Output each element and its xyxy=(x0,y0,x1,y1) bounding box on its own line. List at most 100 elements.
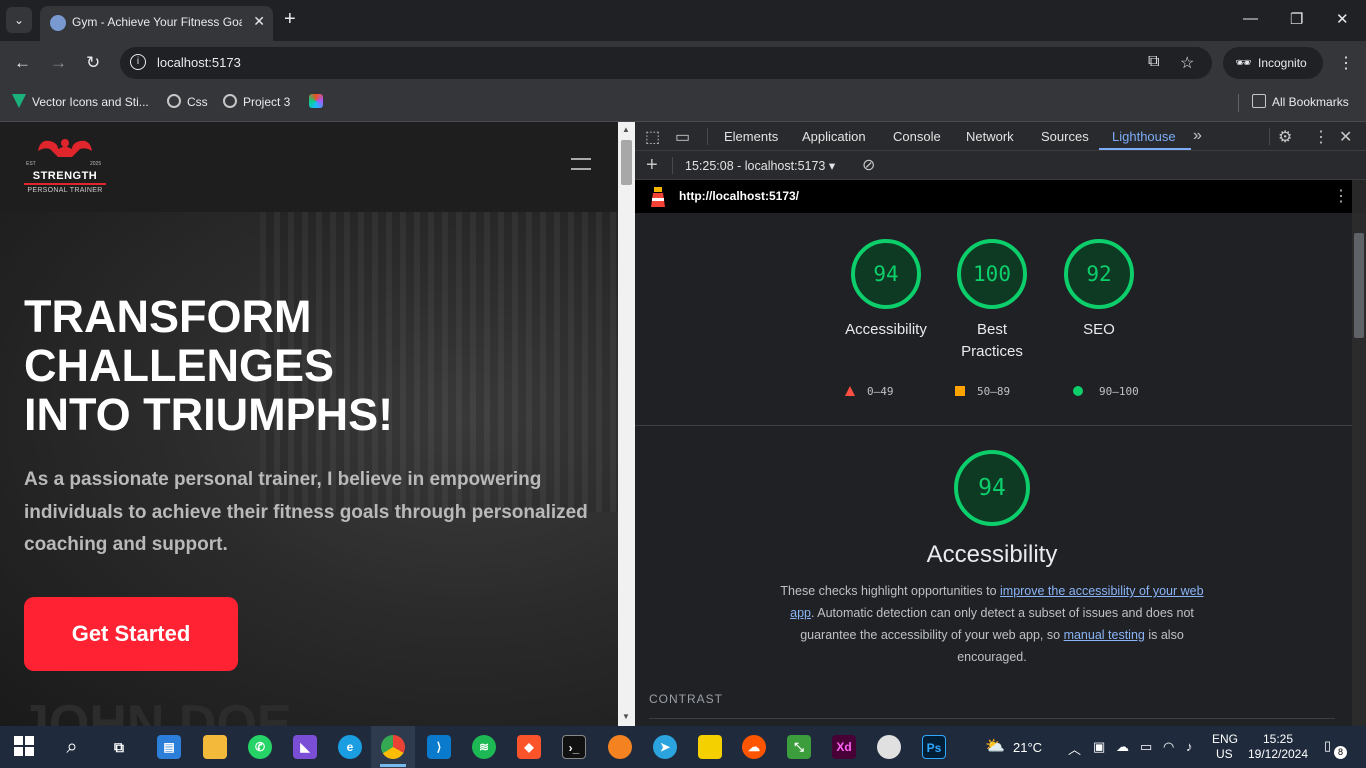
close-window-button[interactable]: ✕ xyxy=(1336,10,1349,28)
browser-tab[interactable]: Gym - Achieve Your Fitness Goa ✕ xyxy=(40,6,273,41)
spotify-icon[interactable]: ≋ xyxy=(472,735,496,759)
devtools-menu-icon[interactable]: ⋮ xyxy=(1313,127,1329,147)
score-gauge-best-practices[interactable]: 100 xyxy=(955,237,1029,311)
volume-icon[interactable]: ♪ xyxy=(1186,739,1193,754)
address-url[interactable]: localhost:5173 xyxy=(157,55,241,70)
score-gauge-seo[interactable]: 92 xyxy=(1062,237,1136,311)
report-menu-icon[interactable]: ⋮ xyxy=(1333,186,1349,206)
page-scrollbar[interactable]: ▲ ▼ xyxy=(618,122,635,726)
clock[interactable]: 15:25 19/12/2024 xyxy=(1247,732,1309,762)
restore-button[interactable]: ❐ xyxy=(1290,10,1303,28)
devtools-tab-elements[interactable]: Elements xyxy=(724,129,778,144)
all-bookmarks[interactable]: All Bookmarks xyxy=(1252,94,1349,109)
get-started-button[interactable]: Get Started xyxy=(24,597,238,671)
devtools-tab-network[interactable]: Network xyxy=(966,129,1014,144)
translate-icon[interactable]: ⧉ xyxy=(1148,53,1159,71)
devtools-tab-sources[interactable]: Sources xyxy=(1041,129,1089,144)
whatsapp-icon[interactable]: ✆ xyxy=(248,735,272,759)
file-explorer-icon[interactable] xyxy=(203,735,227,759)
vscode-icon[interactable]: ⟩ xyxy=(427,735,451,759)
hero-title-line: CHALLENGES xyxy=(24,340,335,391)
inspect-element-icon[interactable]: ⬚ xyxy=(645,127,660,147)
camera-icon[interactable]: ▣ xyxy=(1093,739,1105,755)
postman-icon[interactable] xyxy=(608,735,632,759)
tab-close-icon[interactable]: ✕ xyxy=(253,13,265,30)
devtools-tab-bar: ⬚ ▭ Elements Application Console Network… xyxy=(635,122,1366,151)
report-url[interactable]: http://localhost:5173/ xyxy=(679,189,799,203)
triangle-icon xyxy=(845,386,855,396)
keyboard-label: US xyxy=(1216,747,1233,761)
legend-fail: 0–49 xyxy=(845,385,894,398)
browser-menu-icon[interactable]: ⋮ xyxy=(1338,53,1354,73)
more-tabs-icon[interactable]: » xyxy=(1193,127,1202,145)
devtools-tab-application[interactable]: Application xyxy=(802,129,866,144)
incognito-label: Incognito xyxy=(1258,56,1307,70)
section-divider xyxy=(635,425,1352,426)
scrollbar-thumb[interactable] xyxy=(1354,233,1364,338)
task-view-icon[interactable]: ⧉ xyxy=(107,735,131,759)
report-scrollbar[interactable] xyxy=(1352,213,1366,726)
bookmarks-divider xyxy=(1238,94,1239,112)
wifi-icon[interactable]: ◠ xyxy=(1163,739,1174,755)
forward-arrow-icon[interactable]: → xyxy=(50,53,67,73)
paint-icon[interactable] xyxy=(877,735,901,759)
square-icon xyxy=(955,386,965,396)
visual-studio-icon[interactable]: ◣ xyxy=(293,735,317,759)
score-gauge-accessibility[interactable]: 94 xyxy=(849,237,923,311)
back-arrow-icon[interactable]: ← xyxy=(14,53,31,73)
site-logo[interactable]: EST 2025 STRENGTH PERSONAL TRAINER xyxy=(24,137,106,195)
search-icon[interactable]: ⌕ xyxy=(60,735,84,759)
devtools-tab-lighthouse[interactable]: Lighthouse xyxy=(1112,129,1176,144)
logo-year: 2025 xyxy=(90,161,102,167)
notification-bell-icon[interactable]: ▯ xyxy=(1324,738,1331,754)
chrome-icon[interactable] xyxy=(381,735,405,759)
tray-chevron-icon[interactable]: ︿ xyxy=(1068,739,1081,758)
website-viewport: EST 2025 STRENGTH PERSONAL TRAINER TRANS… xyxy=(0,122,618,726)
bookmark-project-3[interactable]: Project 3 xyxy=(223,94,290,109)
reload-icon[interactable]: ↻ xyxy=(86,53,100,73)
windows-start-icon[interactable] xyxy=(13,736,35,758)
bookmark-star-icon[interactable]: ☆ xyxy=(1180,53,1194,73)
greenshot-icon[interactable]: ⤡ xyxy=(787,735,811,759)
report-selector[interactable]: 15:25:08 - localhost:5173 ▾ xyxy=(685,158,835,173)
incognito-profile-button[interactable]: 🕶 Incognito xyxy=(1223,47,1323,79)
weather-temp[interactable]: 21°C xyxy=(1013,740,1042,755)
device-toolbar-icon[interactable]: ▭ xyxy=(675,127,690,147)
scroll-down-icon[interactable]: ▼ xyxy=(622,712,630,721)
bookmark-figma[interactable] xyxy=(309,94,329,109)
gauge-score: 100 xyxy=(973,262,1011,286)
clear-reports-icon[interactable]: ⊘ xyxy=(862,155,875,175)
bookmarks-bar: Vector Icons and Sti... Css Project 3 Al… xyxy=(0,85,1366,122)
bookmark-css[interactable]: Css xyxy=(167,94,208,109)
new-report-icon[interactable]: + xyxy=(646,154,658,177)
weather-icon[interactable]: ⛅ xyxy=(983,735,1007,759)
language-indicator[interactable]: ENG US xyxy=(1212,732,1238,762)
telegram-icon[interactable]: ➤ xyxy=(653,735,677,759)
site-info-icon[interactable]: i xyxy=(130,54,146,70)
scrollbar-thumb[interactable] xyxy=(621,140,632,185)
adobe-xd-icon[interactable]: Xd xyxy=(832,735,856,759)
store-icon[interactable]: ▤ xyxy=(157,735,181,759)
soundcloud-icon[interactable]: ☁ xyxy=(742,735,766,759)
settings-gear-icon[interactable]: ⚙ xyxy=(1278,127,1292,147)
devtools-tab-console[interactable]: Console xyxy=(893,129,941,144)
terminal-icon[interactable]: ›_ xyxy=(562,735,586,759)
tab-search-button[interactable]: ⌄ xyxy=(6,7,32,33)
gauge-label: Accessibility xyxy=(845,321,927,338)
bookmark-vector-icons[interactable]: Vector Icons and Sti... xyxy=(12,94,149,109)
battery-icon[interactable]: ▭ xyxy=(1140,739,1152,755)
sticky-notes-icon[interactable] xyxy=(698,735,722,759)
desc-text: These checks highlight opportunities to xyxy=(780,584,1000,598)
edge-icon[interactable]: e xyxy=(338,735,362,759)
hamburger-menu-icon[interactable] xyxy=(571,158,591,170)
photoshop-icon[interactable]: Ps xyxy=(922,735,946,759)
cloud-offline-icon[interactable]: ☁ xyxy=(1116,739,1129,755)
ghost-heading: JOHN DOE xyxy=(20,695,292,726)
close-devtools-icon[interactable]: ✕ xyxy=(1339,127,1352,147)
new-tab-button[interactable]: + xyxy=(284,9,296,29)
brave-icon[interactable]: ◆ xyxy=(517,735,541,759)
minimize-button[interactable]: — xyxy=(1243,10,1258,27)
manual-testing-link[interactable]: manual testing xyxy=(1064,628,1145,642)
address-bar[interactable]: i localhost:5173 ⧉ ☆ xyxy=(120,47,1212,79)
scroll-up-icon[interactable]: ▲ xyxy=(622,125,630,134)
